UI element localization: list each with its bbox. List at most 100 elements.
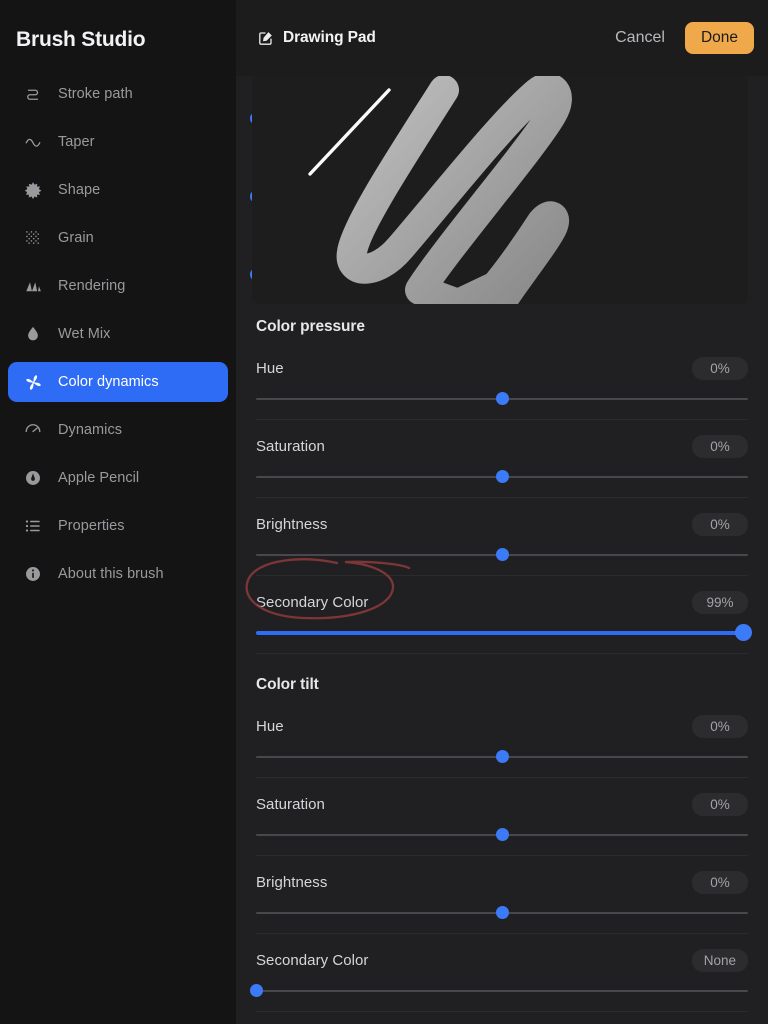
sidebar-item-dynamics[interactable]: Dynamics [8,410,228,450]
color-dynamics-icon [18,371,48,393]
sidebar-item-label: Rendering [58,278,126,294]
setting-value[interactable]: 0% [692,714,748,738]
slider-thumb[interactable] [250,984,263,997]
setting-row-header: Saturation 0% [256,432,748,460]
done-button[interactable]: Done [684,22,754,54]
setting-value[interactable]: 0% [692,792,748,816]
sidebar-item-grain[interactable]: Grain [8,218,228,258]
slider-thumb[interactable] [496,548,509,561]
slider-thumb[interactable] [735,624,753,641]
setting-label: Saturation [256,437,325,455]
row-divider [256,1011,748,1012]
sidebar-item-label: About this brush [58,566,164,582]
setting-row[interactable]: Secondary Color 99% [245,558,753,654]
slider-fill [256,631,744,635]
setting-value[interactable]: None [691,948,748,972]
sidebar-item-label: Wet Mix [58,326,111,342]
setting-row[interactable]: Saturation 0% [256,778,748,856]
slider-thumb[interactable] [496,750,509,763]
sidebar-nav: Stroke path Taper Shape Grain Rendering Wet M… [0,74,236,594]
sidebar-item-apple-pencil[interactable]: Apple Pencil [8,458,228,498]
rendering-icon [18,275,48,297]
setting-label: Brightness [256,873,328,891]
shape-icon [18,179,48,201]
sidebar-item-shape[interactable]: Shape [8,170,228,210]
setting-row[interactable]: Saturation 0% [256,420,748,498]
brush-studio-window: Brush Studio Stroke path Taper Shape Grain R… [0,0,768,1024]
section-title: Color tilt [256,676,319,693]
slider-thumb[interactable] [496,828,509,841]
sidebar-item-taper[interactable]: Taper [8,122,228,162]
slider[interactable] [256,622,753,644]
setting-row[interactable]: Hue 0% [256,342,748,420]
setting-value[interactable]: 0% [692,512,748,536]
setting-value[interactable]: 0% [692,434,748,458]
setting-row-header: Hue 0% [256,354,748,382]
setting-row[interactable]: Secondary Color None [250,934,748,1012]
setting-row-header: Secondary Color None [256,946,748,974]
setting-row-header: Hue 0% [256,712,748,740]
setting-row-header: Brightness 0% [256,510,748,538]
setting-label: Brightness [256,515,328,533]
sidebar-item-wet-mix[interactable]: Wet Mix [8,314,228,354]
slider-track [256,990,748,992]
setting-value[interactable]: 0% [692,870,748,894]
sidebar-item-label: Shape [58,182,101,198]
setting-row-header: Brightness 0% [256,868,748,896]
slider[interactable] [256,466,748,488]
tab-label: Drawing Pad [283,29,376,46]
setting-row-header: Secondary Color 99% [256,588,748,616]
setting-value[interactable]: 99% [692,590,748,614]
sidebar-item-label: Color dynamics [58,374,159,390]
compose-icon [258,30,274,46]
slider-thumb[interactable] [496,906,509,919]
setting-label: Saturation [256,795,325,813]
slider[interactable] [256,746,748,768]
sidebar-item-about-this-brush[interactable]: About this brush [8,554,228,594]
taper-icon [18,131,48,153]
slider[interactable] [256,544,748,566]
setting-label: Hue [256,717,284,735]
info-icon [18,563,48,585]
setting-row-header: Saturation 0% [256,790,748,818]
slider[interactable] [250,980,748,1002]
cancel-button[interactable]: Cancel [603,23,677,53]
sidebar-item-label: Apple Pencil [58,470,140,486]
sidebar-item-label: Dynamics [58,422,123,438]
section-title: Color pressure [256,318,365,335]
grain-icon [18,227,48,249]
sidebar-item-label: Stroke path [58,86,133,102]
sidebar-item-label: Properties [58,518,125,534]
setting-row[interactable]: Brightness 0% [256,498,748,576]
slider[interactable] [256,824,748,846]
preview-canvas [252,76,748,304]
sidebar-item-rendering[interactable]: Rendering [8,266,228,306]
setting-label: Secondary Color [256,951,369,969]
row-divider [256,653,748,654]
slider[interactable] [256,902,748,924]
setting-value[interactable]: 0% [692,356,748,380]
sidebar-item-label: Grain [58,230,94,246]
setting-label: Secondary Color [256,593,369,611]
sidebar-item-color-dynamics[interactable]: Color dynamics [8,362,228,402]
slider-thumb[interactable] [496,392,509,405]
apple-pencil-icon [18,467,48,489]
setting-row[interactable]: Hue 0% [256,700,748,778]
sidebar-item-properties[interactable]: Properties [8,506,228,546]
header-bar: Drawing Pad Cancel Done [236,0,768,76]
sidebar-item-stroke-path[interactable]: Stroke path [8,74,228,114]
dynamics-icon [18,419,48,441]
page-title: Brush Studio [16,28,146,51]
sidebar: Brush Studio Stroke path Taper Shape Grain R… [0,0,236,1024]
wet-mix-icon [18,323,48,345]
sidebar-item-label: Taper [58,134,95,150]
slider-thumb[interactable] [496,470,509,483]
tab-drawing-pad[interactable]: Drawing Pad [254,23,388,53]
main-panel: Drawing Pad Cancel Done LightnessNoneDar… [236,0,768,1024]
properties-icon [18,515,48,537]
setting-row[interactable]: Brightness 0% [256,856,748,934]
brush-stroke-preview[interactable] [252,76,748,304]
slider[interactable] [256,388,748,410]
setting-label: Hue [256,359,284,377]
stroke-path-icon [18,83,48,105]
